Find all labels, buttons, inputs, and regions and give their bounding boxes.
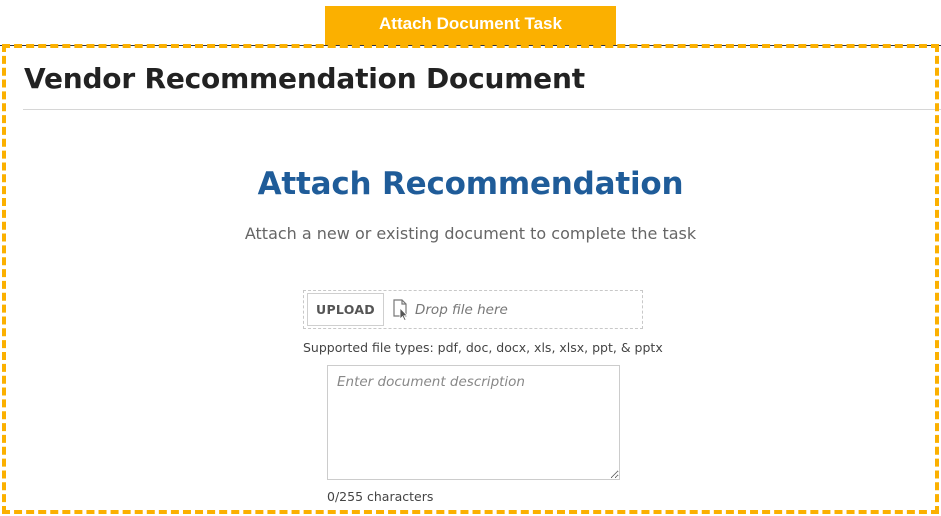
top-divider-line bbox=[0, 45, 941, 46]
supported-file-types: Supported file types: pdf, doc, docx, xl… bbox=[303, 340, 663, 355]
attach-heading: Attach Recommendation bbox=[257, 166, 684, 202]
file-drop-icon bbox=[392, 298, 412, 321]
page-title: Vendor Recommendation Document bbox=[24, 62, 585, 95]
attach-subtitle: Attach a new or existing document to com… bbox=[244, 224, 697, 243]
title-divider bbox=[23, 109, 941, 110]
upload-button[interactable]: UPLOAD bbox=[307, 293, 384, 326]
file-dropzone[interactable]: UPLOAD Drop file here bbox=[303, 290, 643, 329]
task-tab-label: Attach Document Task bbox=[325, 6, 616, 45]
content-panel: Vendor Recommendation Document Attach Re… bbox=[6, 48, 941, 510]
document-description-input[interactable] bbox=[327, 365, 620, 480]
character-count: 0/255 characters bbox=[327, 489, 434, 504]
drop-file-text: Drop file here bbox=[414, 301, 508, 318]
attach-document-task-view: Attach Document Task Vendor Recommendati… bbox=[0, 0, 941, 516]
